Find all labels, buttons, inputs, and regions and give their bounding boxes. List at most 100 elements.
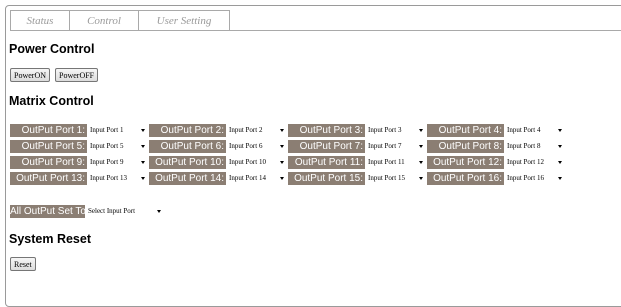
- output-port-label: OutPut Port 4:: [427, 124, 504, 137]
- input-port-select-value: Input Port 5: [90, 142, 124, 150]
- input-port-select[interactable]: Input Port 9: [87, 156, 149, 169]
- output-port-label: OutPut Port 7:: [288, 140, 365, 153]
- tab-divider: [10, 30, 621, 31]
- matrix-cell: OutPut Port 3: Input Port 3: [288, 124, 427, 137]
- output-port-label: OutPut Port 2:: [149, 124, 226, 137]
- output-port-label: OutPut Port 9:: [10, 156, 87, 169]
- power-control-heading: Power Control: [9, 42, 95, 56]
- all-output-label: All OutPut Set To: [10, 205, 86, 218]
- chevron-down-icon: [280, 129, 284, 132]
- output-port-label: OutPut Port 11:: [288, 156, 365, 169]
- output-port-label: OutPut Port 12:: [427, 156, 504, 169]
- reset-button[interactable]: Reset: [10, 257, 36, 271]
- matrix-cell: OutPut Port 7: Input Port 7: [288, 140, 427, 153]
- input-port-select-value: Input Port 11: [368, 158, 405, 166]
- system-reset-heading: System Reset: [9, 232, 91, 246]
- power-off-button[interactable]: PowerOFF: [55, 68, 99, 82]
- input-port-select-value: Input Port 15: [368, 174, 405, 182]
- input-port-select[interactable]: Input Port 7: [365, 140, 427, 153]
- tab-control[interactable]: Control: [69, 10, 139, 30]
- input-port-select[interactable]: Input Port 10: [226, 156, 288, 169]
- input-port-select-value: Input Port 10: [229, 158, 266, 166]
- matrix-control-heading: Matrix Control: [9, 94, 94, 108]
- power-on-button[interactable]: PowerON: [10, 68, 50, 82]
- output-port-label: OutPut Port 6:: [149, 140, 226, 153]
- chevron-down-icon: [157, 210, 161, 213]
- matrix-row: OutPut Port 13: Input Port 13 OutPut Port …: [10, 172, 566, 185]
- chevron-down-icon: [558, 129, 562, 132]
- input-port-select-value: Input Port 6: [229, 142, 263, 150]
- matrix-cell: OutPut Port 9: Input Port 9: [10, 156, 149, 169]
- input-port-select[interactable]: Input Port 4: [504, 124, 566, 137]
- chevron-down-icon: [141, 161, 145, 164]
- matrix-cell: OutPut Port 2: Input Port 2: [149, 124, 288, 137]
- input-port-select[interactable]: Input Port 6: [226, 140, 288, 153]
- input-port-select-value: Input Port 9: [90, 158, 124, 166]
- input-port-select[interactable]: Input Port 2: [226, 124, 288, 137]
- chevron-down-icon: [141, 129, 145, 132]
- tab-bar: Status Control User Setting: [10, 10, 230, 31]
- matrix-row: OutPut Port 9: Input Port 9 OutPut Port 10…: [10, 156, 566, 169]
- tab-user-setting[interactable]: User Setting: [138, 10, 230, 30]
- matrix-cell: OutPut Port 11: Input Port 11: [288, 156, 427, 169]
- matrix-cell: OutPut Port 10: Input Port 10: [149, 156, 288, 169]
- input-port-select[interactable]: Input Port 8: [504, 140, 566, 153]
- chevron-down-icon: [141, 145, 145, 148]
- input-port-select-value: Input Port 16: [507, 174, 544, 182]
- output-port-label: OutPut Port 15:: [288, 172, 365, 185]
- matrix-cell: OutPut Port 13: Input Port 13: [10, 172, 149, 185]
- input-port-select[interactable]: Input Port 5: [87, 140, 149, 153]
- chevron-down-icon: [280, 145, 284, 148]
- matrix-cell: OutPut Port 8: Input Port 8: [427, 140, 566, 153]
- input-port-select[interactable]: Input Port 3: [365, 124, 427, 137]
- chevron-down-icon: [558, 145, 562, 148]
- matrix-cell: OutPut Port 4: Input Port 4: [427, 124, 566, 137]
- chevron-down-icon: [280, 161, 284, 164]
- matrix-cell: OutPut Port 16: Input Port 16: [427, 172, 566, 185]
- matrix-cell: OutPut Port 5: Input Port 5: [10, 140, 149, 153]
- matrix-cell: OutPut Port 14: Input Port 14: [149, 172, 288, 185]
- chevron-down-icon: [558, 177, 562, 180]
- input-port-select-value: Input Port 1: [90, 126, 124, 134]
- input-port-select-value: Input Port 3: [368, 126, 402, 134]
- input-port-select[interactable]: Input Port 14: [226, 172, 288, 185]
- chevron-down-icon: [280, 177, 284, 180]
- matrix-cell: OutPut Port 12: Input Port 12: [427, 156, 566, 169]
- chevron-down-icon: [558, 161, 562, 164]
- output-port-label: OutPut Port 10:: [149, 156, 226, 169]
- matrix-row: OutPut Port 5: Input Port 5 OutPut Port 6:…: [10, 140, 566, 153]
- output-port-label: OutPut Port 3:: [288, 124, 365, 137]
- input-port-select[interactable]: Input Port 13: [87, 172, 149, 185]
- input-port-select-value: Input Port 8: [507, 142, 541, 150]
- chevron-down-icon: [419, 177, 423, 180]
- output-port-label: OutPut Port 8:: [427, 140, 504, 153]
- input-port-select-value: Input Port 2: [229, 126, 263, 134]
- output-port-label: OutPut Port 14:: [149, 172, 226, 185]
- matrix-cell: OutPut Port 6: Input Port 6: [149, 140, 288, 153]
- matrix-cell: OutPut Port 15: Input Port 15: [288, 172, 427, 185]
- input-port-select-value: Input Port 4: [507, 126, 541, 134]
- input-port-select[interactable]: Input Port 11: [365, 156, 427, 169]
- all-output-select-value: Select Input Port: [88, 207, 136, 215]
- input-port-select[interactable]: Input Port 15: [365, 172, 427, 185]
- chevron-down-icon: [419, 145, 423, 148]
- output-port-label: OutPut Port 1:: [10, 124, 87, 137]
- chevron-down-icon: [419, 161, 423, 164]
- output-port-label: OutPut Port 13:: [10, 172, 87, 185]
- chevron-down-icon: [419, 129, 423, 132]
- output-port-label: OutPut Port 16:: [427, 172, 504, 185]
- input-port-select[interactable]: Input Port 12: [504, 156, 566, 169]
- chevron-down-icon: [141, 177, 145, 180]
- matrix-row: OutPut Port 1: Input Port 1 OutPut Port 2:…: [10, 124, 566, 137]
- input-port-select[interactable]: Input Port 16: [504, 172, 566, 185]
- input-port-select[interactable]: Input Port 1: [87, 124, 149, 137]
- input-port-select-value: Input Port 7: [368, 142, 402, 150]
- input-port-select-value: Input Port 12: [507, 158, 544, 166]
- all-output-select[interactable]: Select Input Port: [85, 205, 165, 218]
- tab-status[interactable]: Status: [10, 10, 70, 30]
- input-port-select-value: Input Port 14: [229, 174, 266, 182]
- matrix-cell: OutPut Port 1: Input Port 1: [10, 124, 149, 137]
- output-port-label: OutPut Port 5:: [10, 140, 87, 153]
- input-port-select-value: Input Port 13: [90, 174, 127, 182]
- all-output-row: All OutPut Set To Select Input Port: [10, 205, 165, 218]
